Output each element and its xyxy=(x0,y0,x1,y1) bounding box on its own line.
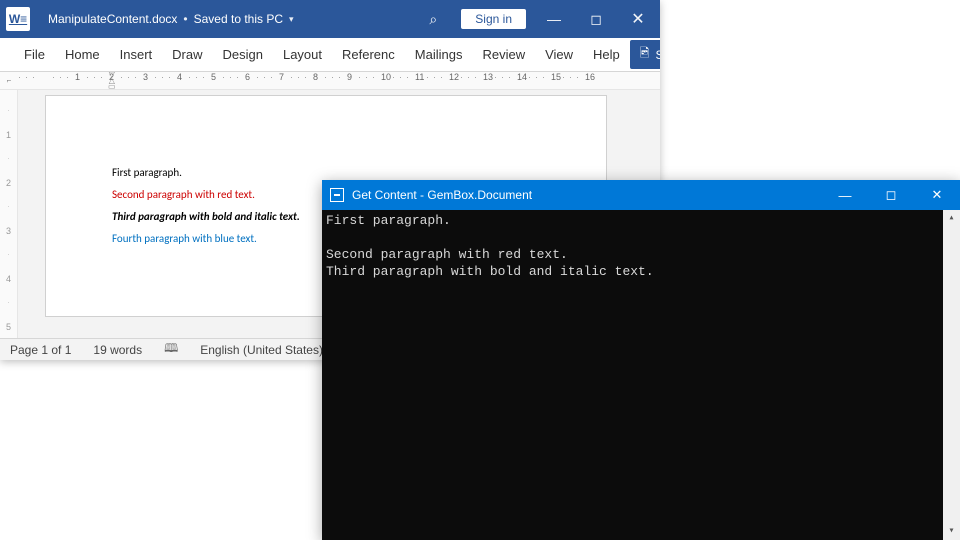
share-button[interactable]: 🖻 Share ▾ xyxy=(630,40,660,69)
close-icon[interactable]: ✕ xyxy=(914,180,960,210)
ribbon-tab-home[interactable]: Home xyxy=(55,38,110,72)
console-output[interactable]: First paragraph. Second paragraph with re… xyxy=(322,210,960,540)
console-line: First paragraph. xyxy=(326,212,956,229)
console-scrollbar[interactable]: ▴ ▾ xyxy=(943,210,960,540)
console-line xyxy=(326,229,956,246)
vertical-ruler[interactable]: ·1·2·3·4·5 xyxy=(0,90,18,338)
spellcheck-icon[interactable]: 🕮 xyxy=(164,339,178,360)
ribbon-tab-draw[interactable]: Draw xyxy=(162,38,212,72)
sign-in-button[interactable]: Sign in xyxy=(461,9,526,29)
ribbon-tab-insert[interactable]: Insert xyxy=(110,38,163,72)
indent-marker-icon[interactable]: ▽△▭ xyxy=(108,72,116,89)
tab-selector[interactable]: ⌐ xyxy=(0,72,18,89)
minimize-icon[interactable]: — xyxy=(540,11,568,27)
status-language[interactable]: English (United States) xyxy=(200,343,323,357)
share-icon: 🖻 xyxy=(640,44,650,65)
ribbon-tab-references[interactable]: Referenc xyxy=(332,38,405,72)
ribbon-tab-mailings[interactable]: Mailings xyxy=(405,38,473,72)
hruler-scale[interactable]: ▽△▭······1···2···3···4···5···6···7···8··… xyxy=(18,72,660,89)
ribbon-tab-layout[interactable]: Layout xyxy=(273,38,332,72)
ribbon-tab-file[interactable]: File xyxy=(14,38,55,72)
horizontal-ruler[interactable]: ⌐ ▽△▭······1···2···3···4···5···6···7···8… xyxy=(0,72,660,90)
maximize-icon[interactable]: ◻ xyxy=(582,11,610,28)
search-icon[interactable]: ⌕ xyxy=(419,11,447,28)
status-page[interactable]: Page 1 of 1 xyxy=(10,343,71,357)
console-titlebar[interactable]: Get Content - GemBox.Document — ◻ ✕ xyxy=(322,180,960,210)
share-label: Share xyxy=(655,48,660,62)
maximize-icon[interactable]: ◻ xyxy=(868,180,914,210)
ribbon-tab-view[interactable]: View xyxy=(535,38,583,72)
title-separator: • xyxy=(183,12,187,26)
word-titlebar[interactable]: W≡ ManipulateContent.docx • Saved to thi… xyxy=(0,0,660,38)
console-app-icon xyxy=(330,188,344,202)
console-line: Third paragraph with bold and italic tex… xyxy=(326,263,956,280)
ribbon-tab-review[interactable]: Review xyxy=(472,38,535,72)
word-saved-status[interactable]: Saved to this PC xyxy=(194,12,283,26)
ribbon-tab-design[interactable]: Design xyxy=(213,38,273,72)
status-words[interactable]: 19 words xyxy=(93,343,142,357)
scroll-up-icon[interactable]: ▴ xyxy=(943,210,960,227)
word-app-icon: W≡ xyxy=(6,7,30,31)
word-filename: ManipulateContent.docx xyxy=(48,12,177,26)
console-window: Get Content - GemBox.Document — ◻ ✕ Firs… xyxy=(322,180,960,540)
word-window-title: ManipulateContent.docx • Saved to this P… xyxy=(48,12,294,26)
scroll-down-icon[interactable]: ▾ xyxy=(943,523,960,540)
titlebar-right: ⌕ Sign in — ◻ ✕ xyxy=(419,9,652,29)
console-title: Get Content - GemBox.Document xyxy=(352,188,532,202)
ribbon-tab-help[interactable]: Help xyxy=(583,38,630,72)
minimize-icon[interactable]: — xyxy=(822,180,868,210)
ribbon-tabs: File Home Insert Draw Design Layout Refe… xyxy=(0,38,660,72)
chevron-down-icon[interactable]: ▾ xyxy=(289,14,294,25)
console-window-controls: — ◻ ✕ xyxy=(822,180,960,210)
close-icon[interactable]: ✕ xyxy=(624,9,652,29)
console-line: Second paragraph with red text. xyxy=(326,246,956,263)
